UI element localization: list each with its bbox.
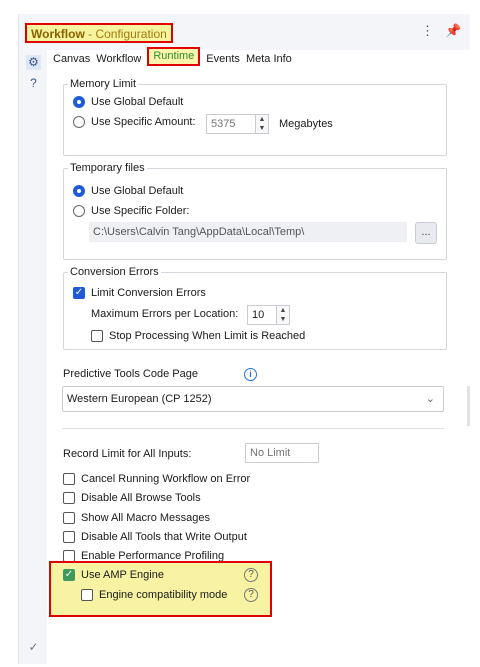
memory-specific-radio[interactable]	[73, 116, 85, 128]
use-amp-label: Use AMP Engine	[81, 569, 164, 581]
predictive-code-page-label: Predictive Tools Code Page	[63, 368, 198, 380]
stop-processing-option[interactable]: Stop Processing When Limit is Reached	[91, 330, 305, 342]
panel-titlebar: Workflow - Configuration ⋮ 📌	[19, 14, 470, 50]
show-macro-messages-label: Show All Macro Messages	[81, 512, 210, 524]
temp-folder-path[interactable]: C:\Users\Calvin Tang\AppData\Local\Temp\	[89, 222, 407, 242]
option-cancel-on-error[interactable]: Cancel Running Workflow on Error	[63, 473, 250, 485]
temp-specific-option[interactable]: Use Specific Folder:	[73, 205, 189, 217]
check-circle-icon[interactable]: ✓	[26, 640, 41, 655]
memory-global-option[interactable]: Use Global Default	[73, 96, 183, 108]
limit-conversion-option[interactable]: ✓ Limit Conversion Errors	[73, 287, 206, 299]
show-macro-messages-checkbox[interactable]	[63, 512, 75, 524]
temp-global-option[interactable]: Use Global Default	[73, 185, 183, 197]
option-show-macro-messages[interactable]: Show All Macro Messages	[63, 512, 210, 524]
chevron-down-icon[interactable]: ⌄	[426, 392, 435, 405]
limit-conversion-checkbox[interactable]: ✓	[73, 287, 85, 299]
temp-specific-radio[interactable]	[73, 205, 85, 217]
memory-unit-text: Megabytes	[279, 118, 333, 130]
section-divider	[62, 428, 444, 429]
stop-processing-checkbox[interactable]	[91, 330, 103, 342]
panel-title: Workflow - Configuration	[25, 23, 173, 43]
tab-workflow[interactable]: Workflow	[96, 50, 141, 72]
temp-files-legend: Temporary files	[70, 162, 145, 174]
memory-amount-stepper[interactable]: ▲ ▼	[255, 114, 269, 134]
help-icon[interactable]: ?	[244, 568, 258, 582]
engine-compatibility-label: Engine compatibility mode	[99, 589, 228, 601]
record-limit-label: Record Limit for All Inputs:	[63, 448, 191, 460]
use-amp-checkbox[interactable]: ✓	[63, 569, 75, 581]
tab-events[interactable]: Events	[206, 50, 240, 72]
configuration-panel: Workflow - Configuration ⋮ 📌 ⚙ ? ✓ Canva…	[18, 14, 470, 664]
record-limit-text: Record Limit for All Inputs:	[63, 448, 192, 460]
memory-specific-label: Use Specific Amount:	[91, 116, 196, 128]
disable-browse-label: Disable All Browse Tools	[81, 492, 201, 504]
max-errors-label: Maximum Errors per Location:	[91, 308, 238, 320]
tab-bar: Canvas Workflow Runtime Events Meta Info	[53, 47, 298, 72]
scrollbar[interactable]	[467, 386, 470, 426]
gear-icon[interactable]: ⚙	[26, 55, 41, 70]
limit-conversion-label: Limit Conversion Errors	[91, 287, 206, 299]
disable-write-output-checkbox[interactable]	[63, 531, 75, 543]
temp-global-label: Use Global Default	[91, 185, 184, 197]
pin-icon[interactable]: 📌	[445, 23, 461, 39]
memory-amount-input[interactable]: 5375	[206, 114, 256, 134]
code-page-select[interactable]: Western European (CP 1252) ⌄	[62, 386, 444, 412]
memory-global-radio[interactable]	[73, 96, 85, 108]
panel-title-sub: - Configuration	[84, 27, 167, 41]
help-circle-icon[interactable]: ?	[26, 76, 41, 91]
option-engine-compatibility[interactable]: Engine compatibility mode	[81, 589, 227, 601]
stop-processing-label: Stop Processing When Limit is Reached	[109, 330, 306, 342]
record-limit-input[interactable]	[245, 443, 319, 463]
temp-specific-label: Use Specific Folder:	[91, 205, 190, 217]
tab-meta-info[interactable]: Meta Info	[246, 50, 292, 72]
temp-global-radio[interactable]	[73, 185, 85, 197]
panel-title-main: Workflow	[31, 27, 85, 41]
tab-canvas[interactable]: Canvas	[53, 50, 90, 72]
max-errors-text: Maximum Errors per Location:	[91, 308, 239, 320]
browse-folder-button[interactable]: ...	[415, 222, 437, 244]
kebab-menu-icon[interactable]: ⋮	[421, 23, 434, 39]
memory-specific-option[interactable]: Use Specific Amount:	[73, 116, 196, 128]
side-icon-bar: ⚙ ? ✓	[19, 50, 47, 664]
option-disable-browse[interactable]: Disable All Browse Tools	[63, 492, 201, 504]
tab-runtime[interactable]: Runtime	[147, 47, 201, 66]
settings-content: Canvas Workflow Runtime Events Meta Info…	[47, 47, 470, 664]
cancel-on-error-label: Cancel Running Workflow on Error	[81, 473, 251, 485]
cancel-on-error-checkbox[interactable]	[63, 473, 75, 485]
max-errors-stepper[interactable]: ▲ ▼	[276, 305, 290, 325]
help-icon[interactable]: ?	[244, 588, 258, 602]
option-disable-write-output[interactable]: Disable All Tools that Write Output	[63, 531, 247, 543]
engine-compatibility-checkbox[interactable]	[81, 589, 93, 601]
info-icon[interactable]: i	[244, 368, 257, 381]
code-page-value: Western European (CP 1252)	[67, 393, 212, 405]
max-errors-input[interactable]: 10	[247, 305, 277, 325]
option-use-amp-engine[interactable]: ✓ Use AMP Engine	[63, 569, 164, 581]
predictive-code-page-text: Predictive Tools Code Page	[63, 368, 198, 380]
disable-write-output-label: Disable All Tools that Write Output	[81, 531, 247, 543]
memory-unit-label: Megabytes	[279, 118, 333, 130]
conversion-errors-legend: Conversion Errors	[70, 266, 159, 278]
memory-global-label: Use Global Default	[91, 96, 184, 108]
memory-limit-legend: Memory Limit	[70, 78, 137, 90]
disable-browse-checkbox[interactable]	[63, 492, 75, 504]
